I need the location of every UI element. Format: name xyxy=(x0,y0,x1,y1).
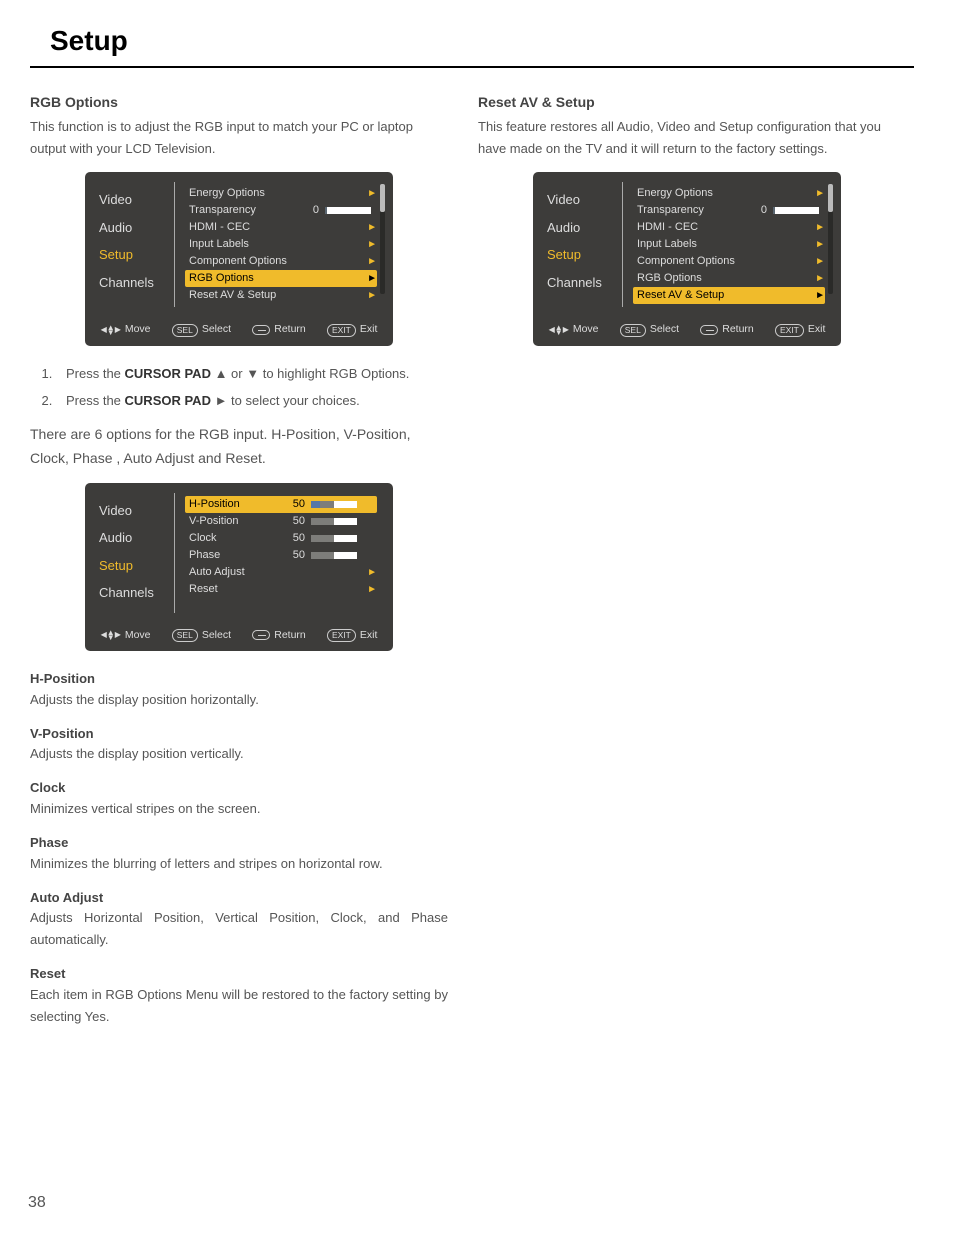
exit-capsule-icon: EXIT xyxy=(775,324,804,337)
hpos-heading: H-Position xyxy=(30,669,448,689)
osd-tab-setup: Setup xyxy=(99,241,174,269)
osd-scrollbar xyxy=(828,184,833,294)
osd-tab-setup: Setup xyxy=(99,552,174,580)
caret-right-icon: ► xyxy=(367,186,377,201)
hpos-text: Adjusts the display position horizontall… xyxy=(30,689,448,711)
vpos-text: Adjusts the display position vertically. xyxy=(30,743,448,765)
osd-footer: ▲▼Move SELSelect Return EXITExit xyxy=(91,317,387,340)
instruction-2: Press the CURSOR PAD ► to select your ch… xyxy=(56,391,448,411)
osd-item-rgb-highlighted: RGB Options► xyxy=(185,270,377,287)
return-icon xyxy=(252,325,270,335)
page-title: Setup xyxy=(50,20,914,62)
sel-capsule-icon: SEL xyxy=(620,324,646,337)
osd-item-hposition-hl: H-Position50 xyxy=(185,496,377,513)
osd-tab-video: Video xyxy=(99,186,174,214)
caret-right-icon: ► xyxy=(815,220,825,235)
autoadjust-heading: Auto Adjust xyxy=(30,888,448,908)
right-column: Reset AV & Setup This feature restores a… xyxy=(478,90,896,1034)
osd-tab-audio: Audio xyxy=(99,214,174,242)
osd-item-component: Component Options► xyxy=(633,253,825,270)
move-arrows-icon: ▲▼ xyxy=(101,324,121,336)
clock-heading: Clock xyxy=(30,778,448,798)
osd-item-hdmi: HDMI - CEC► xyxy=(633,219,825,236)
caret-right-icon: ► xyxy=(367,237,377,252)
clock-text: Minimizes vertical stripes on the screen… xyxy=(30,798,448,820)
caret-right-icon: ► xyxy=(815,254,825,269)
osd-setup-resetav: Video Audio Setup Channels Energy Option… xyxy=(533,172,841,346)
osd-item-input-labels: Input Labels► xyxy=(633,236,825,253)
osd-scrollbar xyxy=(380,184,385,294)
exit-capsule-icon: EXIT xyxy=(327,324,356,337)
rgb-options-intro: This function is to adjust the RGB input… xyxy=(30,116,448,160)
move-arrows-icon: ▲▼ xyxy=(549,324,569,336)
osd-tabs: Video Audio Setup Channels xyxy=(91,182,175,307)
osd-item-transparency: Transparency0 xyxy=(185,202,377,219)
left-column: RGB Options This function is to adjust t… xyxy=(30,90,448,1034)
phase-heading: Phase xyxy=(30,833,448,853)
osd-tab-video: Video xyxy=(547,186,622,214)
caret-right-icon: ► xyxy=(815,237,825,252)
osd-tab-channels: Channels xyxy=(547,269,622,297)
osd-item-reset: Reset► xyxy=(185,581,377,598)
osd-item-input-labels: Input Labels► xyxy=(185,236,377,253)
osd-item-energy: Energy Options► xyxy=(633,185,825,202)
osd-footer: ▲▼Move SELSelect Return EXITExit xyxy=(539,317,835,340)
osd-item-hdmi: HDMI - CEC► xyxy=(185,219,377,236)
caret-right-icon: ► xyxy=(367,271,377,286)
autoadjust-text: Adjusts Horizontal Position, Vertical Po… xyxy=(30,907,448,951)
caret-right-icon: ► xyxy=(367,582,377,597)
instruction-1: Press the CURSOR PAD ▲ or ▼ to highlight… xyxy=(56,364,448,384)
title-rule xyxy=(30,66,914,68)
vpos-heading: V-Position xyxy=(30,724,448,744)
osd-item-vposition: V-Position50 xyxy=(185,513,377,530)
reset-av-heading: Reset AV & Setup xyxy=(478,92,896,113)
return-icon xyxy=(700,325,718,335)
osd-footer: ▲▼Move SELSelect Return EXITExit xyxy=(91,623,387,646)
page-number: 38 xyxy=(28,1191,46,1215)
instruction-list: Press the CURSOR PAD ▲ or ▼ to highlight… xyxy=(56,364,448,411)
reset-heading: Reset xyxy=(30,964,448,984)
rgb-options-heading: RGB Options xyxy=(30,92,448,113)
osd-item-component: Component Options► xyxy=(185,253,377,270)
osd-tabs: Video Audio Setup Channels xyxy=(91,493,175,613)
osd-item-rgb: RGB Options► xyxy=(633,270,825,287)
phase-text: Minimizes the blurring of letters and st… xyxy=(30,853,448,875)
osd-item-autoadjust: Auto Adjust► xyxy=(185,564,377,581)
reset-text: Each item in RGB Options Menu will be re… xyxy=(30,984,448,1028)
sel-capsule-icon: SEL xyxy=(172,324,198,337)
osd-rgb-submenu: Video Audio Setup Channels H-Position50 … xyxy=(85,483,393,652)
osd-tab-audio: Audio xyxy=(99,524,174,552)
options-summary: There are 6 options for the RGB input. H… xyxy=(30,423,448,471)
caret-right-icon: ► xyxy=(815,288,825,303)
osd-tab-channels: Channels xyxy=(99,579,174,607)
osd-tab-audio: Audio xyxy=(547,214,622,242)
osd-item-energy: Energy Options► xyxy=(185,185,377,202)
move-arrows-icon: ▲▼ xyxy=(101,629,121,641)
osd-item-phase: Phase50 xyxy=(185,547,377,564)
osd-tab-video: Video xyxy=(99,497,174,525)
caret-right-icon: ► xyxy=(815,186,825,201)
osd-item-reset-av-highlighted: Reset AV & Setup► xyxy=(633,287,825,304)
caret-right-icon: ► xyxy=(367,220,377,235)
caret-right-icon: ► xyxy=(367,288,377,303)
return-icon xyxy=(252,630,270,640)
osd-item-clock: Clock50 xyxy=(185,530,377,547)
caret-right-icon: ► xyxy=(367,254,377,269)
exit-capsule-icon: EXIT xyxy=(327,629,356,642)
osd-tabs: Video Audio Setup Channels xyxy=(539,182,623,307)
caret-right-icon: ► xyxy=(815,271,825,286)
osd-setup-rgb: Video Audio Setup Channels Energy Option… xyxy=(85,172,393,346)
osd-tab-setup: Setup xyxy=(547,241,622,269)
osd-tab-channels: Channels xyxy=(99,269,174,297)
osd-item-transparency: Transparency0 xyxy=(633,202,825,219)
sel-capsule-icon: SEL xyxy=(172,629,198,642)
reset-av-intro: This feature restores all Audio, Video a… xyxy=(478,116,896,160)
caret-right-icon: ► xyxy=(367,565,377,580)
osd-item-reset-av: Reset AV & Setup► xyxy=(185,287,377,304)
